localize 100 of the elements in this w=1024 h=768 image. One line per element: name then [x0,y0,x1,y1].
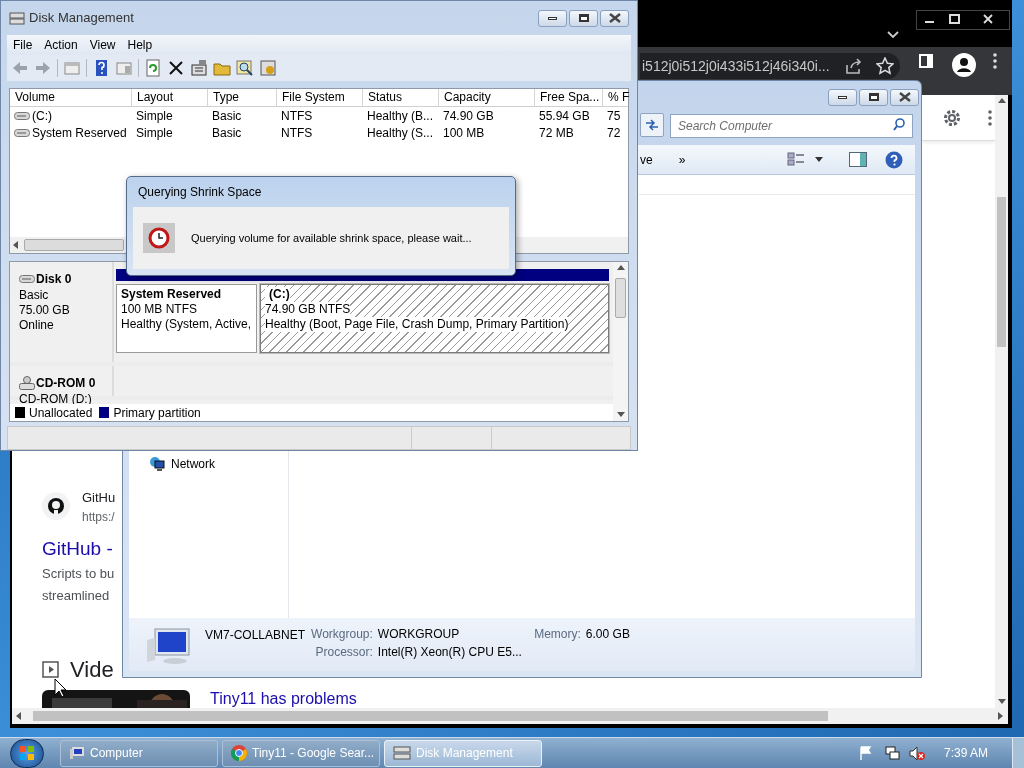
computer-name: VM7-COLLABNET [205,627,306,644]
video-title-link[interactable]: Tiny11 has problems [210,690,357,708]
column-header[interactable]: Status [363,89,439,106]
settings-icon[interactable] [942,107,962,128]
menu-item[interactable]: View [83,36,122,54]
disk-detail: 75.00 GB [19,303,71,318]
field-value: Intel(R) Xeon(R) CPU E5... [377,644,523,660]
dialog-message: Querying volume for available shrink space, please wait... [191,230,472,246]
table-cell-text: Healthy (B... [367,107,434,125]
column-header[interactable]: Type [208,89,277,106]
windows-logo-icon [19,745,35,761]
menu-item[interactable]: File [7,36,39,54]
legend-label: Unallocated [29,404,93,422]
table-cell-text: Basic [212,107,242,125]
partition-detail: Healthy (System, Active, [121,317,252,332]
address-bar[interactable]: i512j0i512j0i433i512j46i340i... [640,53,900,79]
horizontal-scrollbar[interactable] [12,708,1008,724]
disk-drive-icon [393,746,411,760]
sidebar-icon[interactable] [918,53,934,69]
site-logo [42,492,70,520]
window-title: Disk Management [29,9,134,28]
scroll-left-arrow-icon[interactable] [12,241,20,249]
share-icon[interactable] [843,57,862,75]
column-header[interactable]: File System [277,89,363,106]
clock: 7:39 AM [943,745,988,762]
menu-item[interactable]: Action [38,36,84,54]
delete-icon[interactable] [167,59,185,77]
scrollbar-thumb[interactable] [33,711,828,721]
nav-item[interactable]: Network [171,455,215,473]
close-button[interactable] [890,88,919,106]
preview-pane-icon[interactable] [849,152,867,167]
magnifier-icon[interactable] [236,59,254,77]
close-button[interactable] [600,9,629,27]
refresh-button[interactable] [640,113,664,137]
disk-detail: Basic [19,288,50,303]
partition-block[interactable]: (C:) 74.90 GB NTFS Healthy (Boot, Page File, Crash Dump, Primary Partition) [260,284,609,353]
vertical-scrollbar[interactable] [613,262,628,421]
minimize-button[interactable] [828,88,857,106]
refresh-icon[interactable] [144,59,162,77]
drive-icon [14,110,30,121]
disk-name: Disk 0 [36,271,72,288]
scroll-down-arrow-icon[interactable] [616,411,625,419]
table-cell-text: Simple [136,107,173,125]
chevron-icon[interactable] [887,31,899,39]
minimize-button[interactable] [538,9,567,27]
column-header[interactable]: Capacity [439,89,535,106]
result-title-link[interactable]: GitHub - [42,534,122,563]
search-field[interactable]: Search Computer [670,114,913,138]
toolbar-button[interactable]: ve [640,150,653,169]
start-button[interactable] [10,738,44,768]
toolbar-button[interactable]: » [678,150,686,169]
partition-name: System Reserved [121,287,222,302]
dialog-title: Querying Shrink Space [138,184,262,201]
table-cell-text: (C:) [32,107,52,125]
table-cell-text: Simple [136,124,173,142]
table-cell-text: 75 [607,107,621,125]
scroll-up-arrow-icon[interactable] [616,264,625,272]
disk-drive-icon [9,11,25,25]
scroll-right-arrow-icon[interactable] [997,712,1005,720]
star-icon[interactable] [875,57,894,75]
scrollbar-thumb[interactable] [615,278,626,318]
field-label: Memory: [534,626,581,642]
help-icon[interactable] [885,150,903,169]
chrome-icon [231,745,247,761]
views-icon[interactable] [787,152,805,167]
properties-icon[interactable] [190,59,208,77]
vertical-scrollbar[interactable] [995,95,1008,708]
table-cell-text: 100 MB [443,124,485,142]
column-header[interactable]: Free Spa... [535,89,603,106]
column-header[interactable]: % F [603,89,630,106]
result-snippet: streamlined [42,587,111,605]
disk-detail: Online [19,318,55,333]
more-icon[interactable] [993,53,997,69]
refresh-icon [645,119,659,131]
partition-block[interactable]: System Reserved 100 MB NTFS Healthy (System, Active, [116,284,257,353]
scrollbar-thumb[interactable] [997,197,1006,347]
flag-icon [858,746,873,760]
scrollbar-thumb[interactable] [24,239,124,251]
result-snippet: Scripts to bu [42,565,116,583]
table-cell-text: Basic [212,124,242,142]
site-url: https:/ [82,508,116,526]
maximize-button[interactable] [859,88,888,106]
maximize-button[interactable] [569,9,598,27]
scroll-down-arrow-icon[interactable] [997,698,1006,706]
profile-icon[interactable] [952,53,976,77]
caret-icon[interactable] [815,157,823,162]
more-icon[interactable] [988,109,992,126]
volume-muted-icon [908,745,926,761]
close-icon [608,13,621,23]
play-icon [42,661,59,678]
column-header[interactable]: Volume [10,89,132,106]
partition-detail: 74.90 GB NTFS [265,302,351,317]
search-icon[interactable] [893,118,905,131]
scroll-left-arrow-icon[interactable] [15,712,23,720]
disk-name: CD-ROM 0 [36,375,96,392]
computer-icon [69,745,85,761]
scroll-up-arrow-icon[interactable] [997,97,1006,105]
partition-name: (C:) [265,287,290,302]
column-header[interactable]: Layout [132,89,208,106]
menu-item[interactable]: Help [121,36,159,54]
